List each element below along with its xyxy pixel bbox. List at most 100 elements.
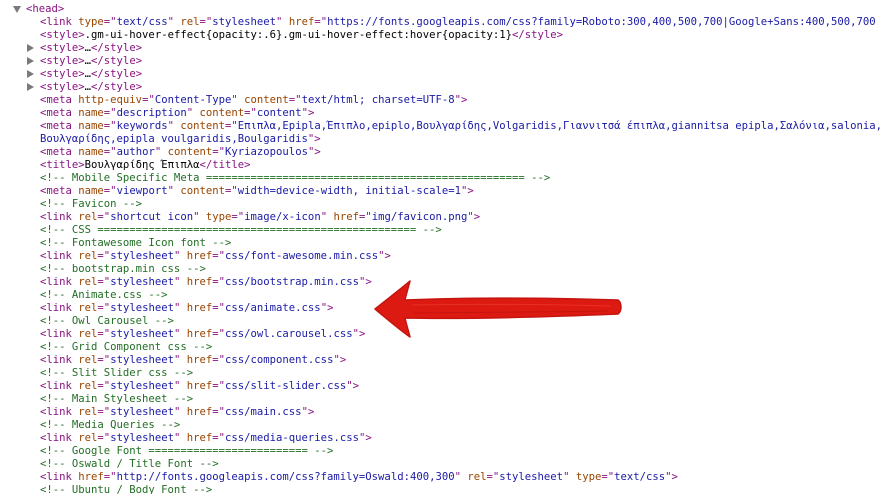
dom-node-line[interactable]: <!-- Mobile Specific Meta ==============… [0,172,888,185]
dom-node-line[interactable]: <!-- Media Queries --> [0,419,888,432]
attribute-name: rel [78,328,98,340]
dom-node-line[interactable]: <link rel="stylesheet" href="css/owl.car… [0,328,888,341]
dom-node-line[interactable]: <link rel="stylesheet" href="css/slit-sl… [0,380,888,393]
attribute-name: href [186,250,213,262]
attribute-name: content [244,94,289,106]
dom-node-line[interactable]: <meta name="keywords" content="Επιπλα,Ep… [0,120,888,133]
attribute-value: css/animate.css [225,302,321,314]
dom-node-line[interactable]: <link rel="stylesheet" href="css/font-aw… [0,250,888,263]
dom-node-line[interactable]: <meta name="description" content="conten… [0,107,888,120]
tag-token: =" [97,302,111,314]
attribute-name: rel [78,276,98,288]
dom-node-line[interactable]: <link rel="stylesheet" href="css/media-q… [0,432,888,445]
dom-node-line[interactable]: <meta http-equiv="Content-Type" content=… [0,94,888,107]
dom-node-line[interactable]: <style>…</style> [0,55,888,68]
attribute-value: http://fonts.googleapis.com/css?family=O… [116,471,455,483]
attribute-value: text/css [116,16,168,28]
tag-token: <link [40,406,79,418]
dom-node-line[interactable]: <!-- Owl Carousel --> [0,315,888,328]
dom-node-line[interactable]: Βουλγαρίδης,epipla voulgaridis,Boulgarid… [0,133,888,146]
tag-token: =" [97,380,111,392]
attribute-value: width=device-width, initial-scale=1 [237,185,462,197]
comment-node: <!-- bootstrap.min css --> [40,263,206,275]
tag-token: <meta [40,120,79,132]
attribute-name: rel [78,406,98,418]
dom-node-line[interactable]: <!-- Google Font =======================… [0,445,888,458]
text-node: Βουλγαρίδης Έπιπλα [84,159,200,171]
tag-token: =" [97,354,111,366]
tag-token: "> [352,328,366,340]
tag-token: <link [40,354,79,366]
tag-token: " [320,211,334,223]
attribute-value: Βουλγαρίδης,epipla voulgaridis,Boulgarid… [40,133,308,145]
dom-node-line[interactable]: <style>…</style> [0,81,888,94]
tag-token: <link [40,328,79,340]
tag-token: </style> [91,81,143,93]
expanded-triangle-icon[interactable] [13,6,21,13]
tag-token: "> [301,406,315,418]
tag-token: =" [225,185,238,197]
tag-token: <link [40,432,79,444]
dom-node-line[interactable]: <link type="text/css" rel="stylesheet" h… [0,16,888,29]
tag-token: <meta [40,185,79,197]
tag-token: "> [346,380,359,392]
collapsed-triangle-icon[interactable] [27,44,34,52]
tag-token: " [154,146,168,158]
attribute-name: rel [78,250,98,262]
tag-token: =" [212,276,226,288]
attribute-name: rel [78,432,98,444]
dom-node-line[interactable]: <!-- Grid Component css --> [0,341,888,354]
dom-node-line[interactable]: <style>.gm-ui-hover-effect{opacity:.6}.g… [0,29,888,42]
tag-token: =" [142,94,155,106]
dom-node-line[interactable]: <link rel="stylesheet" href="css/main.cs… [0,406,888,419]
dom-node-line[interactable]: <!-- Ubuntu / Body Font --> [0,484,888,494]
attribute-name: rel [467,471,487,483]
comment-node: <!-- Mobile Specific Meta ==============… [40,172,551,184]
dom-node-line[interactable]: <!-- Oswald / Title Font --> [0,458,888,471]
dom-node-line[interactable]: <!-- Main Stylesheet --> [0,393,888,406]
attribute-value: stylesheet [110,250,174,262]
collapsed-triangle-icon[interactable] [27,57,34,65]
attribute-name: href [288,16,315,28]
dom-node-line[interactable]: <link rel="shortcut icon" type="image/x-… [0,211,888,224]
attribute-name: name [78,107,104,119]
tag-token: " [231,94,245,106]
tag-token: "> [358,276,372,288]
collapsed-triangle-icon[interactable] [27,70,34,78]
dom-node-line[interactable]: <meta name="viewport" content="width=dev… [0,185,888,198]
attribute-name: href [186,354,213,366]
attribute-value: stylesheet [110,380,174,392]
dom-node-line[interactable]: <link rel="stylesheet" href="css/compone… [0,354,888,367]
tag-token: <link [40,16,79,28]
dom-node-line[interactable]: <title>Βουλγαρίδης Έπιπλα</title> [0,159,888,172]
dom-node-line[interactable]: <style>…</style> [0,68,888,81]
dom-node-line[interactable]: <!-- bootstrap.min css --> [0,263,888,276]
dom-node-line[interactable]: <link rel="stylesheet" href="css/animate… [0,302,888,315]
tag-token: =" [97,211,111,223]
dom-node-line[interactable]: <!-- Slit Slider css --> [0,367,888,380]
attribute-value: stylesheet [212,16,277,28]
dom-node-line[interactable]: <!-- Fontawesome Icon font --> [0,237,888,250]
dom-node-line[interactable]: <head> [0,3,888,16]
dom-node-line[interactable]: <!-- Animate.css --> [0,289,888,302]
tag-token: =" [103,16,117,28]
dom-node-line[interactable]: <style>…</style> [0,42,888,55]
collapsed-triangle-icon[interactable] [27,83,34,91]
dom-node-line[interactable]: <!-- Favicon --> [0,198,888,211]
tag-token: " [186,107,200,119]
tag-token: " [276,16,289,28]
tag-token: <meta [40,146,79,158]
dom-node-line[interactable]: <link href="http://fonts.googleapis.com/… [0,471,888,484]
tag-token: =" [103,107,117,119]
tag-token: =" [103,185,117,197]
attribute-value: author [116,146,155,158]
text-node: .gm-ui-hover-effect{opacity:.6}.gm-ui-ho… [84,29,512,41]
tag-token: =" [103,146,117,158]
dom-node-line[interactable]: <meta name="author" content="Kyriazopoul… [0,146,888,159]
dom-node-line[interactable]: <link rel="stylesheet" href="css/bootstr… [0,276,888,289]
tag-token: =" [358,211,372,223]
dom-node-line[interactable]: <!-- CSS ===============================… [0,224,888,237]
attribute-value: Content-Type [154,94,232,106]
attribute-name: name [78,146,104,158]
elements-tree[interactable]: <head> <link type="text/css" rel="stylesh… [0,0,888,494]
